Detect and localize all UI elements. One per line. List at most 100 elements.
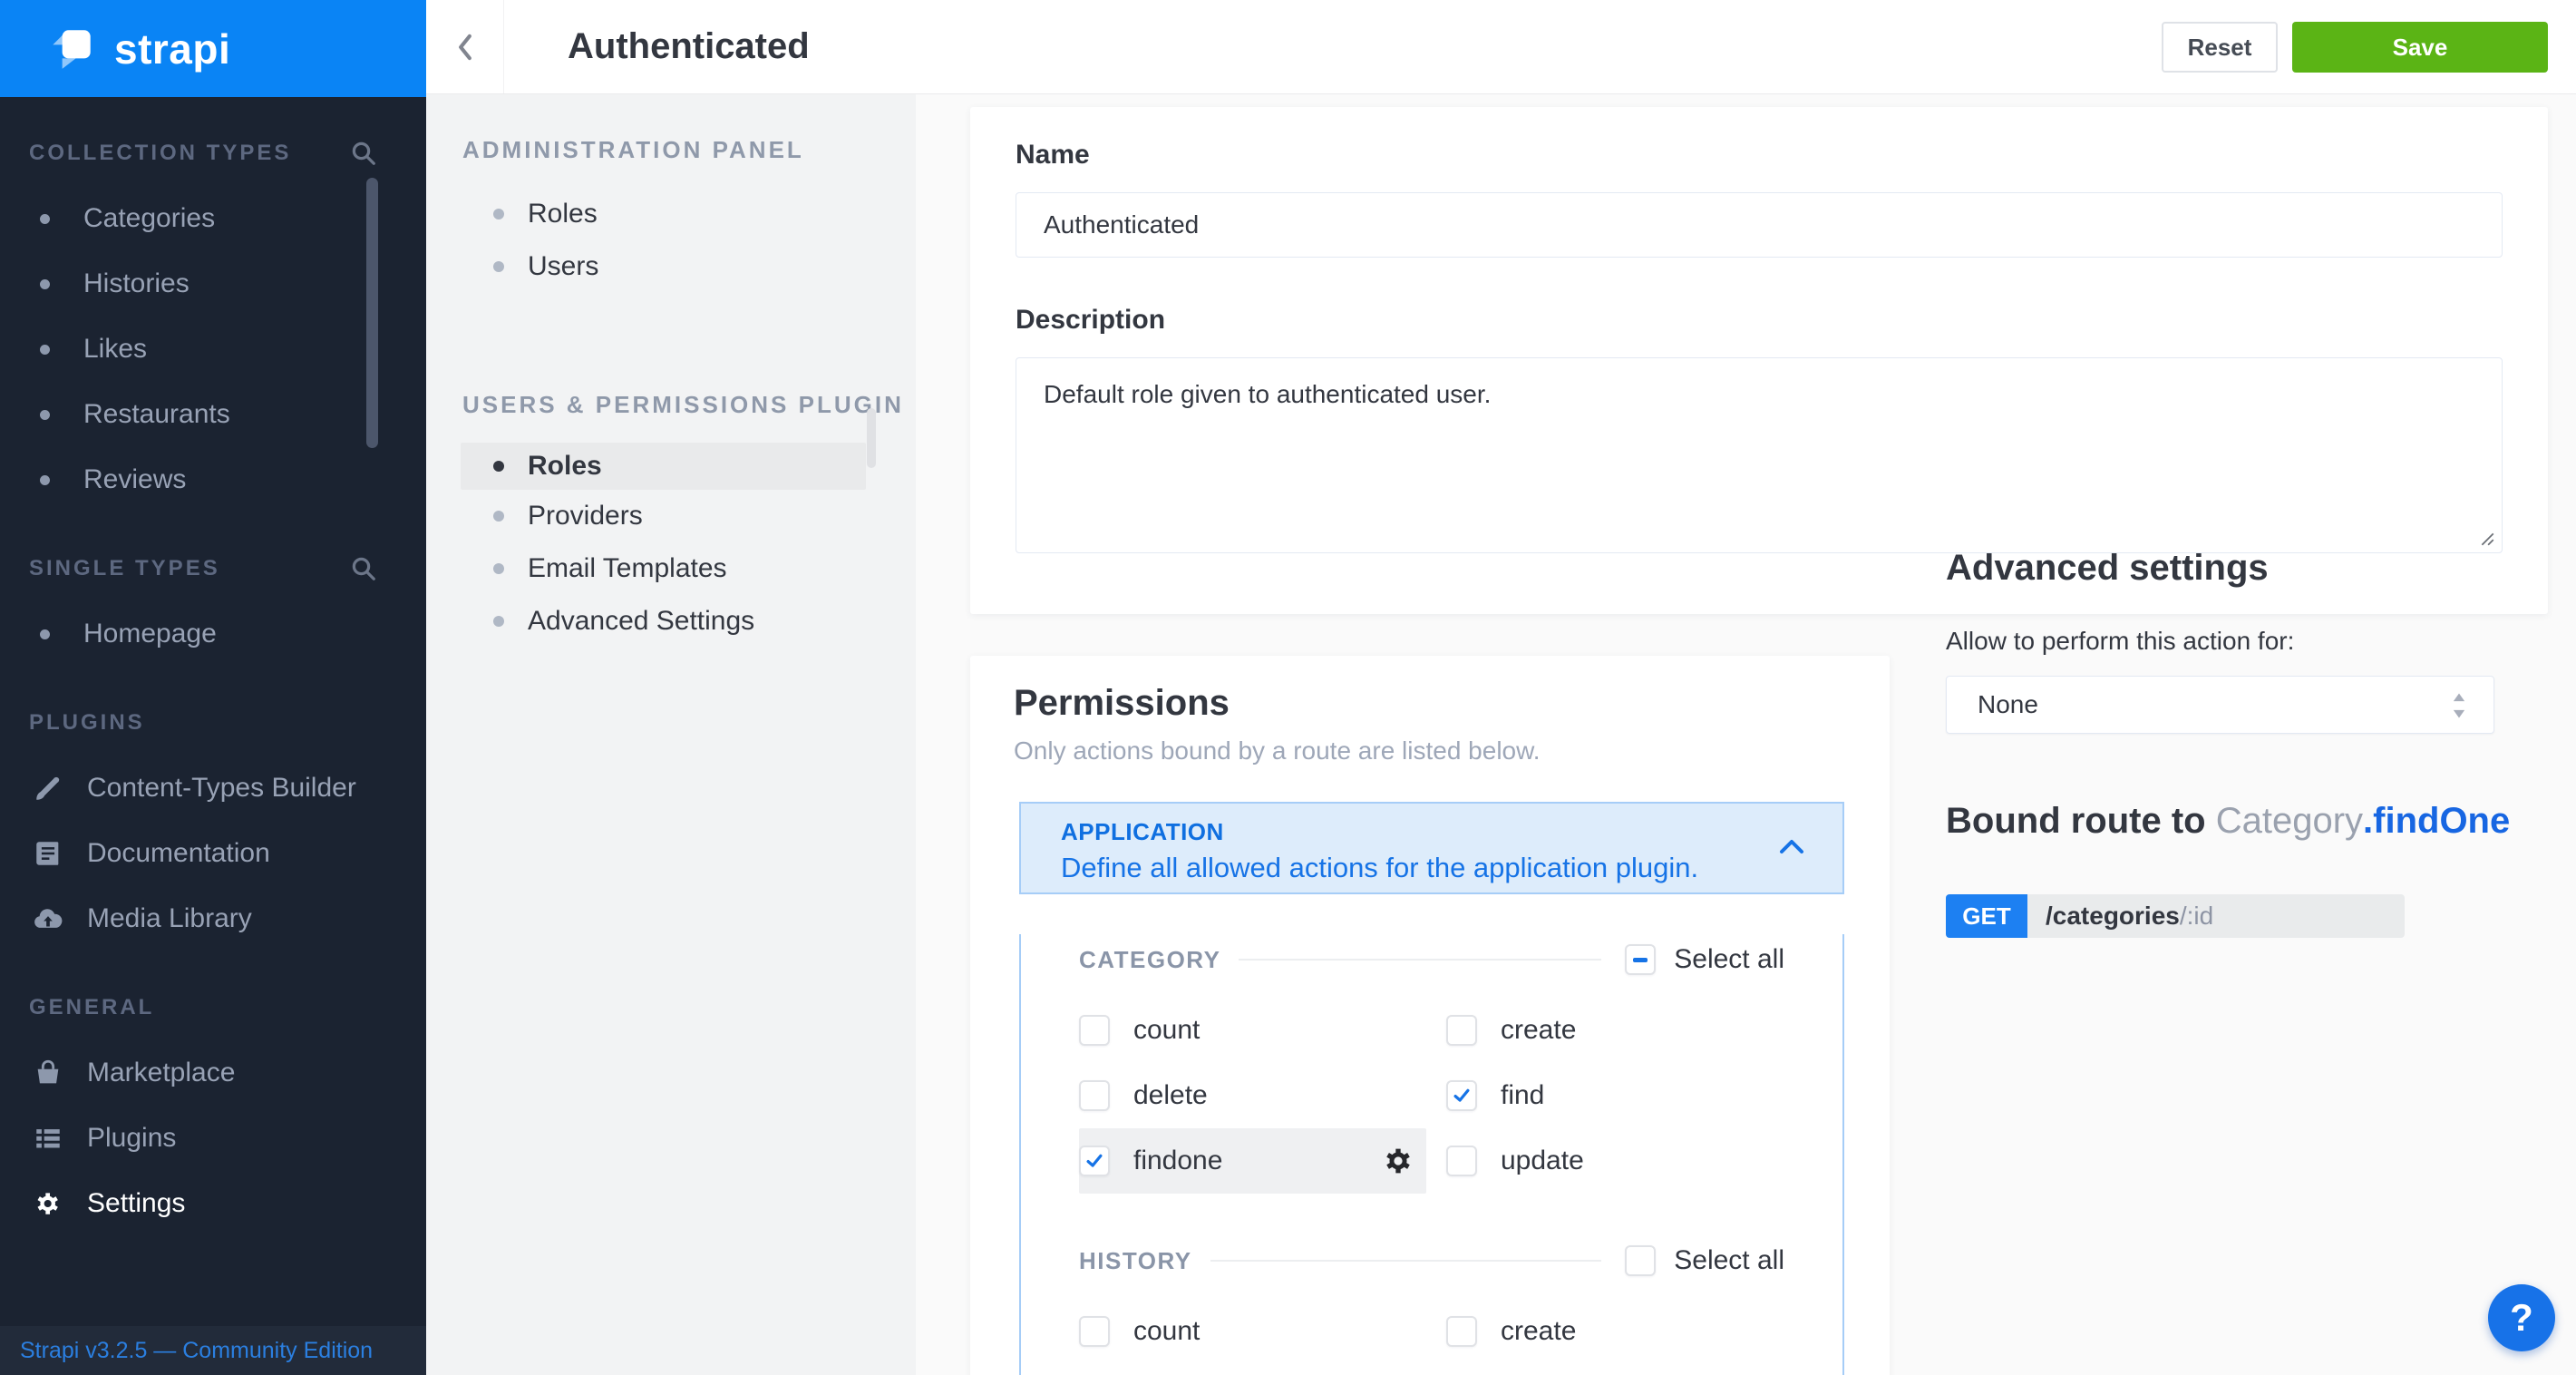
advanced-settings-title: Advanced settings <box>1946 548 2548 589</box>
book-icon <box>33 838 63 869</box>
search-icon[interactable] <box>350 555 377 582</box>
select-all-label: Select all <box>1674 944 1784 975</box>
route-path: /categories/:id <box>2027 894 2405 938</box>
check-icon <box>1453 1087 1471 1105</box>
allow-action-label: Allow to perform this action for: <box>1946 627 2548 656</box>
submenu-item-up-email-templates[interactable]: Email Templates <box>426 542 916 595</box>
submenu-item-admin-users[interactable]: Users <box>426 240 916 293</box>
save-button[interactable]: Save <box>2292 22 2548 73</box>
checkbox[interactable] <box>1446 1015 1477 1046</box>
permission-action-delete[interactable]: delete <box>1079 1063 1446 1128</box>
settings-submenu: ADMINISTRATION PANEL Roles Users USERS &… <box>426 94 916 1375</box>
permission-action-history-create[interactable]: create <box>1446 1299 1784 1364</box>
permission-action-find[interactable]: find <box>1446 1063 1784 1128</box>
application-plugin-banner[interactable]: APPLICATION Define all allowed actions f… <box>1019 802 1844 894</box>
select-value: None <box>1978 690 2038 719</box>
help-button[interactable]: ? <box>2488 1284 2555 1351</box>
strapi-logo[interactable]: strapi <box>0 0 426 97</box>
divider <box>1239 959 1601 961</box>
route-bar: GET /categories/:id <box>1946 894 2405 938</box>
select-all-label: Select all <box>1674 1245 1784 1276</box>
sidebar-item-settings[interactable]: Settings <box>0 1171 426 1236</box>
category-group-header: CATEGORY Select all <box>1079 934 1784 985</box>
checkbox[interactable] <box>1079 1015 1110 1046</box>
general-header: GENERAL <box>29 995 154 1020</box>
resize-handle-icon[interactable] <box>2479 531 2495 547</box>
allow-action-select[interactable]: None <box>1946 676 2494 734</box>
submenu-item-up-advanced-settings[interactable]: Advanced Settings <box>426 595 916 648</box>
plugin-description: Define all allowed actions for the appli… <box>1061 852 1842 884</box>
users-permissions-header: USERS & PERMISSIONS PLUGIN <box>426 391 916 419</box>
search-icon[interactable] <box>350 140 377 167</box>
advanced-settings-panel: Advanced settings Allow to perform this … <box>1946 548 2548 938</box>
sidebar-item-reviews[interactable]: Reviews <box>0 447 426 512</box>
sidebar-item-histories[interactable]: Histories <box>0 251 426 317</box>
main-sidebar: strapi COLLECTION TYPES Categories Histo… <box>0 0 426 1375</box>
description-textarea[interactable] <box>1016 357 2503 553</box>
sidebar-item-homepage[interactable]: Homepage <box>0 601 426 667</box>
sidebar-item-content-types-builder[interactable]: Content-Types Builder <box>0 756 426 821</box>
sidebar-item-likes[interactable]: Likes <box>0 317 426 382</box>
bullet-icon <box>493 461 504 472</box>
name-input[interactable] <box>1016 192 2503 258</box>
bullet-icon <box>493 563 504 574</box>
submenu-item-up-providers[interactable]: Providers <box>426 490 916 542</box>
bullet-icon <box>40 410 50 420</box>
sidebar-item-categories[interactable]: Categories <box>0 186 426 251</box>
main-content: Name Description Permissions Only action… <box>916 94 2576 1375</box>
check-icon <box>1085 1152 1103 1170</box>
action-settings-gear-icon[interactable] <box>1383 1146 1414 1176</box>
list-icon <box>33 1123 63 1154</box>
checkbox-checked[interactable] <box>1446 1080 1477 1111</box>
submenu-item-up-roles[interactable]: Roles <box>461 443 866 490</box>
bullet-icon <box>493 616 504 627</box>
sidebar-item-restaurants[interactable]: Restaurants <box>0 382 426 447</box>
sidebar-item-marketplace[interactable]: Marketplace <box>0 1040 426 1106</box>
back-button[interactable] <box>426 0 504 93</box>
chevron-up-icon[interactable] <box>1779 838 1804 854</box>
cloud-upload-icon <box>33 903 63 934</box>
collection-types-header: COLLECTION TYPES <box>29 141 291 166</box>
plugin-name: APPLICATION <box>1061 818 1842 846</box>
basket-icon <box>33 1058 63 1088</box>
bullet-icon <box>40 345 50 355</box>
gear-icon <box>33 1188 63 1219</box>
bullet-icon <box>493 209 504 219</box>
permission-action-count[interactable]: count <box>1079 998 1446 1063</box>
paintbrush-icon <box>33 773 63 804</box>
permission-action-history-count[interactable]: count <box>1079 1299 1446 1364</box>
permission-action-findone[interactable]: findone <box>1079 1128 1426 1194</box>
select-arrows-icon <box>2450 691 2468 720</box>
permissions-title: Permissions <box>1014 683 1846 724</box>
group-name: HISTORY <box>1079 1247 1192 1275</box>
sidebar-item-plugins[interactable]: Plugins <box>0 1106 426 1171</box>
checkbox-checked[interactable] <box>1079 1146 1110 1176</box>
history-group-header: HISTORY Select all <box>1079 1235 1784 1286</box>
select-all-checkbox[interactable] <box>1625 944 1656 975</box>
permission-action-create[interactable]: create <box>1446 998 1784 1063</box>
version-link[interactable]: Strapi v3.2.5 — Community Edition <box>20 1338 373 1364</box>
sidebar-item-documentation[interactable]: Documentation <box>0 821 426 886</box>
bullet-icon <box>493 261 504 272</box>
sidebar-scrollbar[interactable] <box>366 178 378 448</box>
checkbox[interactable] <box>1446 1146 1477 1176</box>
sidebar-item-media-library[interactable]: Media Library <box>0 886 426 951</box>
permissions-subtitle: Only actions bound by a route are listed… <box>1014 736 1846 766</box>
submenu-item-admin-roles[interactable]: Roles <box>426 188 916 240</box>
admin-panel-header: ADMINISTRATION PANEL <box>426 136 916 164</box>
chevron-left-icon <box>452 32 479 63</box>
reset-button[interactable]: Reset <box>2162 22 2278 73</box>
select-all-checkbox[interactable] <box>1625 1245 1656 1276</box>
bullet-icon <box>40 475 50 485</box>
single-types-header: SINGLE TYPES <box>29 556 220 581</box>
logo-text: strapi <box>114 24 230 73</box>
bullet-icon <box>493 511 504 522</box>
submenu-scrollbar[interactable] <box>867 408 876 468</box>
http-method-badge: GET <box>1946 894 2027 938</box>
sidebar-footer: Strapi v3.2.5 — Community Edition <box>0 1326 426 1375</box>
checkbox[interactable] <box>1079 1080 1110 1111</box>
checkbox[interactable] <box>1079 1316 1110 1347</box>
checkbox[interactable] <box>1446 1316 1477 1347</box>
permissions-card: Permissions Only actions bound by a rout… <box>970 656 1890 1375</box>
permission-action-update[interactable]: update <box>1446 1128 1784 1194</box>
